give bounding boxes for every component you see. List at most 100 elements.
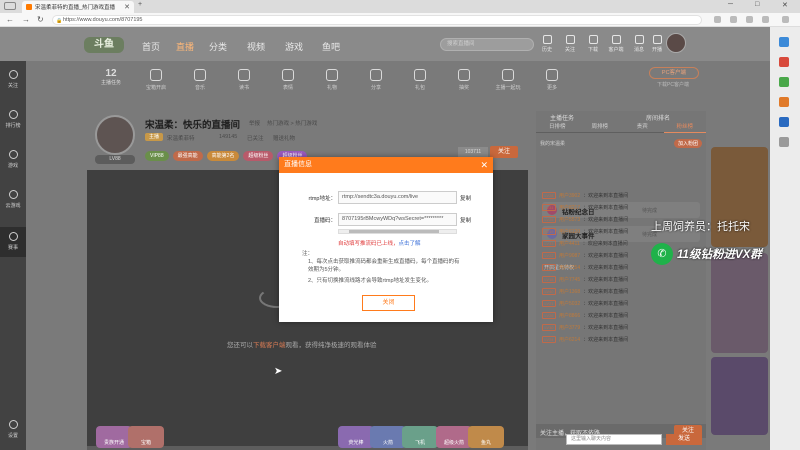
task-item[interactable]: 表情: [271, 65, 305, 91]
sidebar-item-esports[interactable]: 赛事: [0, 227, 26, 257]
sidebar-item-rank[interactable]: 排行榜: [0, 105, 26, 135]
task-item[interactable]: 礼物: [315, 65, 349, 91]
browser-tab[interactable]: 宋温柔菲特的直播_热门游戏直播 ✕: [22, 1, 134, 13]
nav-home[interactable]: 首页: [142, 40, 160, 53]
learn-more-link[interactable]: 点击了解: [399, 241, 421, 247]
copy-stream-key-button[interactable]: 复制: [460, 216, 471, 224]
address-bar-row: ← → ↻ 🔒 https://www.douyu.com/8707195: [0, 13, 800, 27]
fan-rank-row: 我的宋温柔 加入粉团: [540, 137, 702, 150]
tab-weekly[interactable]: 周排榜: [578, 122, 621, 133]
gift-item[interactable]: 宝箱: [128, 426, 164, 448]
download-icon: [588, 35, 598, 44]
office-sidebar-icon[interactable]: [779, 97, 789, 107]
gift-item[interactable]: 贵族开通: [96, 426, 132, 448]
nav-yuba[interactable]: 鱼吧: [322, 40, 340, 53]
nav-game[interactable]: 游戏: [285, 40, 303, 53]
client-button[interactable]: 客户端: [605, 35, 627, 53]
tab-vip[interactable]: 贵宾: [621, 122, 664, 133]
streamer-name[interactable]: 宋温柔菲特: [167, 134, 195, 142]
refresh-icon[interactable]: ↻: [37, 15, 44, 24]
tools-sidebar-icon[interactable]: [779, 77, 789, 87]
scrollbar-thumb[interactable]: [349, 230, 439, 233]
task-count[interactable]: 12 主播任务: [91, 68, 131, 86]
profile-icon[interactable]: [746, 16, 753, 23]
heart-icon: [8, 70, 18, 79]
streamer-avatar[interactable]: [95, 115, 135, 155]
pc-client-button[interactable]: PC客户端: [649, 67, 699, 79]
task-item[interactable]: 音乐: [183, 65, 217, 91]
task-item[interactable]: 分享: [359, 65, 393, 91]
douyu-logo[interactable]: 斗鱼: [84, 37, 124, 53]
field-scrollbar[interactable]: [338, 229, 457, 234]
task-item[interactable]: 礼包: [403, 65, 437, 91]
go-live-button[interactable]: 开播: [646, 35, 668, 53]
dialog-close-button[interactable]: 关闭: [362, 295, 415, 311]
task-item[interactable]: 读书: [227, 65, 261, 91]
nav-category[interactable]: 分类: [209, 40, 227, 53]
download-button[interactable]: 下载: [582, 35, 604, 53]
tag[interactable]: 最强高能: [172, 151, 203, 161]
tag[interactable]: 高能第2名: [206, 151, 240, 161]
promo-banner[interactable]: [711, 357, 768, 435]
send-button[interactable]: 发送: [666, 434, 702, 445]
follow-button[interactable]: 关注: [490, 146, 518, 158]
sidebar-item-cloudgame[interactable]: 云游戏: [0, 185, 26, 215]
gift-item[interactable]: 超级火箭: [436, 426, 472, 448]
download-client-link[interactable]: 下载客户端: [253, 342, 286, 349]
collections-icon[interactable]: [730, 16, 737, 23]
close-window-button[interactable]: ✕: [782, 1, 788, 9]
report-link[interactable]: 举报: [249, 119, 260, 127]
gift-link[interactable]: 赠送礼物: [273, 134, 295, 142]
search-sidebar-icon[interactable]: [779, 37, 789, 47]
tab-actions-icon[interactable]: [4, 2, 16, 10]
browser-tab-bar: 宋温柔菲特的直播_热门游戏直播 ✕ + ─ □ ✕: [0, 0, 800, 13]
search-input[interactable]: 搜索直播间: [440, 38, 534, 51]
shopping-sidebar-icon[interactable]: [779, 57, 789, 67]
nav-live[interactable]: 直播: [176, 40, 194, 53]
gift-item[interactable]: 火箭: [370, 426, 406, 448]
task-item[interactable]: 更多: [535, 65, 569, 91]
gift-item[interactable]: 荧光棒: [338, 426, 374, 448]
url-input[interactable]: 🔒 https://www.douyu.com/8707195: [52, 15, 702, 25]
outlook-sidebar-icon[interactable]: [779, 117, 789, 127]
tag[interactable]: 超级粉丝: [243, 151, 274, 161]
nav-video[interactable]: 视频: [247, 40, 265, 53]
settings-icon[interactable]: [762, 16, 769, 23]
maximize-button[interactable]: □: [755, 1, 759, 8]
history-button[interactable]: 历史: [536, 35, 558, 53]
sidebar-item-follow[interactable]: 关注: [0, 65, 26, 95]
gift-icon: [326, 69, 338, 81]
favorites-icon[interactable]: [714, 16, 721, 23]
task-item[interactable]: 主播一起玩: [491, 65, 525, 91]
gift-item[interactable]: 鱼丸: [468, 426, 504, 448]
tab-fans[interactable]: 粉丝榜: [663, 122, 706, 133]
new-tab-button[interactable]: +: [138, 1, 142, 8]
user-avatar[interactable]: [666, 33, 686, 53]
join-fans-button[interactable]: 加入粉团: [673, 139, 702, 148]
task-item[interactable]: 宝箱开启: [139, 65, 173, 91]
sidebar-item-game[interactable]: 游戏: [0, 145, 26, 175]
sidebar-item-settings[interactable]: 设置: [0, 415, 26, 445]
back-icon[interactable]: ←: [6, 15, 14, 24]
room-category[interactable]: 热门游戏 > 热门游戏: [267, 119, 317, 127]
gift-item[interactable]: 飞机: [402, 426, 438, 448]
room-rank-link[interactable]: 房间排名: [646, 113, 670, 122]
chat-input[interactable]: 这里输入聊天内容: [566, 434, 662, 445]
music-icon: [194, 69, 206, 81]
more-icon[interactable]: [782, 16, 789, 23]
follow-list-button[interactable]: 关注: [559, 35, 581, 53]
minimize-button[interactable]: ─: [728, 1, 733, 8]
rtmp-address-field[interactable]: rtmp://sendtc3a.douyu.com/live: [338, 191, 457, 204]
chest-icon: [150, 69, 162, 81]
stream-key-field[interactable]: 8707195rBMcwyWDq?wsSecret=*********: [338, 213, 457, 226]
tab-daily[interactable]: 日排榜: [536, 122, 579, 133]
tab-close-icon[interactable]: ✕: [124, 3, 130, 11]
task-item[interactable]: 抽奖: [447, 65, 481, 91]
add-sidebar-icon[interactable]: [779, 137, 789, 147]
dialog-close-icon[interactable]: ✕: [480, 157, 488, 173]
promo-banner[interactable]: [711, 253, 768, 353]
tag[interactable]: VIP88: [145, 151, 169, 161]
copy-rtmp-button[interactable]: 复制: [460, 194, 471, 202]
anchor-task-link[interactable]: 主播任务: [550, 113, 574, 122]
forward-icon[interactable]: →: [22, 15, 30, 24]
